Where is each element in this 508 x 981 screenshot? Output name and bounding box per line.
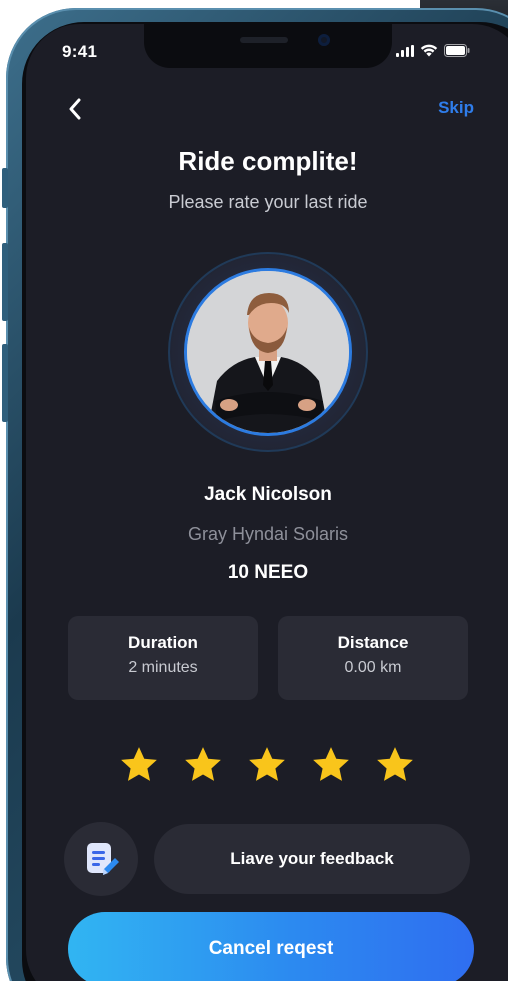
screenshot-stage: 9:41 Skip Ride complite! Please rate you… [0, 0, 508, 981]
feedback-button[interactable]: Liave your feedback [154, 824, 470, 894]
volume-down-button [2, 344, 8, 422]
driver-photo [187, 271, 349, 433]
front-camera [318, 34, 330, 46]
cancel-request-button[interactable]: Cancel reqest [68, 912, 474, 981]
duration-label: Duration [128, 633, 198, 652]
distance-value: 0.00 km [344, 659, 402, 676]
page-title: Ride complite! [178, 146, 358, 176]
skip-button[interactable]: Skip [438, 98, 474, 118]
driver-avatar [184, 268, 352, 436]
duration-value: 2 minutes [128, 659, 198, 676]
distance-card: Distance 0.00 km [278, 616, 468, 700]
note-edit-icon [87, 843, 119, 875]
star-icon[interactable] [310, 744, 352, 786]
star-icon[interactable] [118, 744, 160, 786]
license-plate: 10 NEEO [227, 562, 309, 583]
star-icon[interactable] [246, 744, 288, 786]
earpiece-speaker [240, 37, 288, 43]
signal-icon [396, 44, 414, 57]
back-button[interactable] [60, 94, 90, 124]
notch [144, 24, 392, 68]
status-time: 9:41 [62, 42, 98, 61]
star-icon[interactable] [374, 744, 416, 786]
chevron-left-icon [69, 98, 81, 120]
app-screen: 9:41 Skip Ride complite! Please rate you… [26, 24, 508, 981]
page-subtitle: Please rate your last ride [168, 192, 368, 212]
battery-icon [444, 44, 470, 57]
distance-label: Distance [337, 633, 409, 652]
feedback-icon-button[interactable] [64, 822, 138, 896]
duration-card: Duration 2 minutes [68, 616, 258, 700]
volume-up-button [2, 243, 8, 321]
car-model: Gray Hyndai Solaris [187, 524, 349, 544]
status-icons [396, 44, 470, 57]
star-icon[interactable] [182, 744, 224, 786]
rating-stars [118, 744, 416, 786]
driver-name: Jack Nicolson [204, 484, 332, 505]
silent-switch [2, 168, 8, 208]
wifi-icon [420, 44, 438, 57]
